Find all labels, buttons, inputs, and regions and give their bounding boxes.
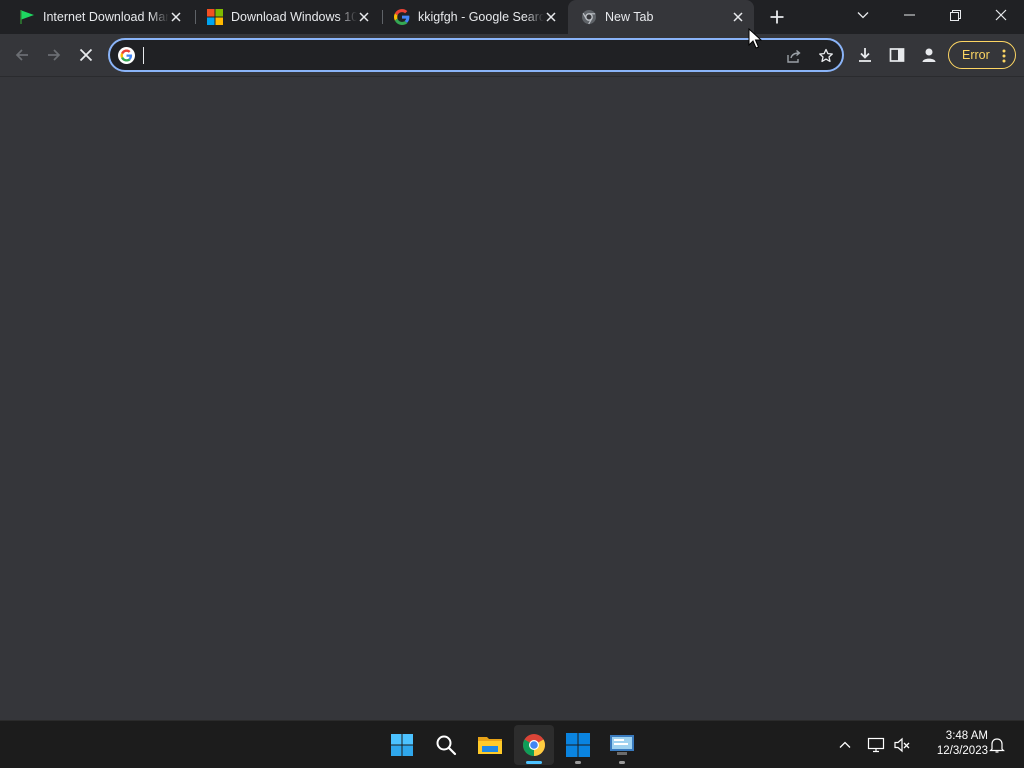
- network-button[interactable]: [864, 733, 888, 757]
- clock-time: 3:48 AM: [945, 730, 988, 742]
- minimize-button[interactable]: [886, 0, 932, 30]
- windows-app-button[interactable]: [558, 725, 598, 765]
- window-close-button[interactable]: [978, 0, 1024, 30]
- forward-button[interactable]: [42, 43, 66, 67]
- chrome-taskbar-button[interactable]: [514, 725, 554, 765]
- stop-loading-icon: [79, 48, 93, 62]
- system-clock[interactable]: 3:48 AM 12/3/2023: [918, 729, 988, 759]
- volume-button[interactable]: [890, 733, 914, 757]
- share-icon[interactable]: [784, 46, 804, 66]
- forward-arrow-icon: [48, 49, 61, 61]
- tab-title: Internet Download Manager: [43, 10, 169, 24]
- running-indicator: [575, 761, 581, 764]
- address-input[interactable]: [140, 44, 760, 66]
- file-explorer-button[interactable]: [470, 725, 510, 765]
- idm-flag-icon: [18, 8, 36, 26]
- tab-title: New Tab: [605, 10, 654, 24]
- microsoft-logo-icon: [206, 8, 224, 26]
- close-icon[interactable]: [730, 9, 746, 25]
- tray-overflow-button[interactable]: [833, 733, 857, 757]
- profile-icon: [922, 48, 936, 62]
- tab-title: Download Windows 10: [231, 10, 357, 24]
- tab-internet-download-manager[interactable]: Internet Download Manager: [6, 0, 192, 34]
- remote-desktop-icon: [610, 735, 634, 755]
- start-button[interactable]: [382, 725, 422, 765]
- tab-download-windows-10[interactable]: Download Windows 10: [194, 0, 380, 34]
- close-icon[interactable]: [356, 9, 372, 25]
- page-content[interactable]: [0, 77, 1024, 720]
- taskbar: 3:48 AM 12/3/2023: [0, 720, 1024, 768]
- restore-icon: [949, 9, 961, 21]
- back-button[interactable]: [10, 43, 34, 67]
- volume-muted-icon: [894, 737, 910, 753]
- running-indicator: [619, 761, 625, 764]
- back-arrow-icon: [15, 49, 28, 61]
- google-g-icon: [393, 8, 411, 26]
- chrome-icon: [580, 8, 598, 26]
- error-label: Error: [962, 48, 990, 62]
- downloads-button[interactable]: [853, 43, 877, 67]
- side-panel-button[interactable]: [885, 43, 909, 67]
- side-panel-icon: [889, 48, 905, 62]
- remote-session-button[interactable]: [602, 725, 642, 765]
- restore-button[interactable]: [932, 0, 978, 30]
- address-bar[interactable]: [108, 38, 844, 72]
- tab-search-button[interactable]: [840, 0, 886, 30]
- plus-icon: [770, 10, 784, 24]
- close-icon[interactable]: [543, 9, 559, 25]
- more-menu-icon: [1002, 49, 1006, 63]
- profile-button[interactable]: [917, 43, 941, 67]
- search-icon: [436, 735, 457, 756]
- tab-google-search[interactable]: kkigfgh - Google Search: [381, 0, 567, 34]
- close-icon[interactable]: [168, 9, 184, 25]
- windows-start-icon: [391, 734, 413, 756]
- tab-new-tab[interactable]: New Tab: [568, 0, 754, 34]
- clock-date: 12/3/2023: [936, 745, 988, 757]
- tab-strip: Internet Download Manager Download Windo…: [0, 0, 1024, 34]
- windows-app-icon: [566, 733, 590, 757]
- file-explorer-icon: [478, 737, 502, 754]
- bookmark-star-icon[interactable]: [816, 46, 836, 66]
- taskbar-search-button[interactable]: [426, 725, 466, 765]
- new-tab-button[interactable]: [766, 6, 788, 28]
- minimize-icon: [903, 14, 915, 16]
- tab-title: kkigfgh - Google Search: [418, 10, 544, 24]
- network-icon: [867, 737, 885, 753]
- notifications-button[interactable]: [985, 733, 1009, 757]
- text-caret: [143, 47, 144, 64]
- error-button[interactable]: Error: [948, 41, 1016, 69]
- stop-loading-button[interactable]: [74, 43, 98, 67]
- chrome-icon: [523, 734, 545, 756]
- active-indicator: [526, 761, 542, 764]
- download-icon: [859, 48, 871, 62]
- chevron-up-icon: [839, 741, 851, 748]
- chevron-down-icon: [857, 12, 869, 19]
- google-g-icon: [118, 47, 135, 64]
- close-icon: [995, 9, 1007, 21]
- bell-icon: [989, 738, 1005, 753]
